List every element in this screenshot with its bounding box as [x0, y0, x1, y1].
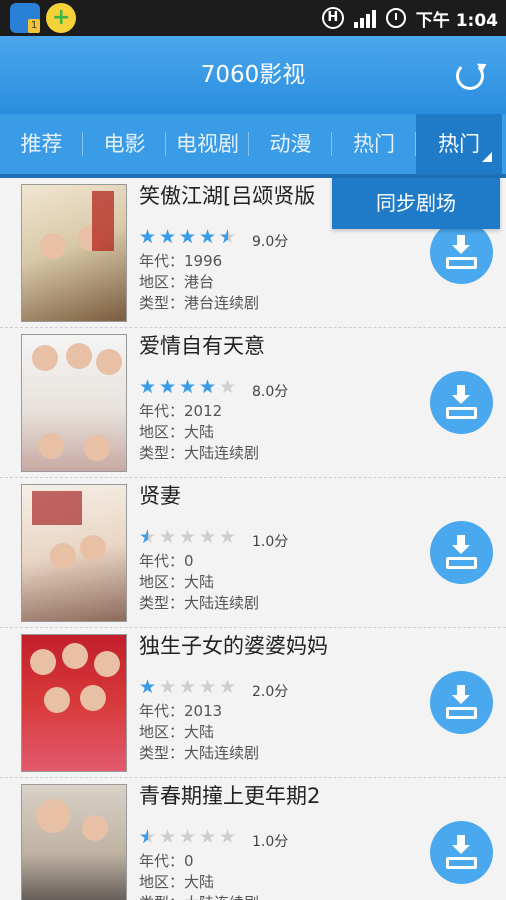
- rating-stars: ★ ★ ★ ★ ★ ★: [139, 676, 237, 698]
- rating-stars: ★ ★ ★ ★ ★ ★: [139, 526, 237, 548]
- type-label: 类型：大陆连续剧: [139, 444, 260, 462]
- download-icon: [446, 257, 477, 269]
- list-item[interactable]: 爱情自有天意 ★ ★ ★ ★ ★ ★ ★ ★ ★ 8.0分 年代：2012 地区：大陆 类型：大…: [0, 328, 506, 478]
- rating-stars: ★ ★ ★ ★ ★ ★: [139, 826, 237, 848]
- star-icon: ★ ★: [199, 226, 217, 248]
- year-label: 年代：2013: [139, 702, 223, 720]
- app-title: 7060影视: [200, 62, 306, 88]
- download-icon: [446, 707, 477, 719]
- signal-icon: [353, 8, 376, 28]
- star-icon: ★ ★: [139, 376, 157, 398]
- star-icon: ★ ★: [139, 676, 157, 698]
- star-icon: ★: [219, 526, 237, 548]
- notification-badge: 1: [28, 19, 40, 33]
- download-button[interactable]: [430, 671, 493, 734]
- region-label: 地区：港台: [139, 273, 215, 291]
- dropdown-item-sync-theater[interactable]: 同步剧场: [332, 178, 500, 229]
- rating-stars: ★ ★ ★ ★ ★ ★ ★ ★ ★: [139, 376, 237, 398]
- dropdown-indicator-icon: [482, 152, 492, 162]
- tab-hot[interactable]: 热门: [332, 114, 416, 174]
- tab-tv[interactable]: 电视剧: [166, 114, 249, 174]
- star-icon: ★: [179, 676, 197, 698]
- poster-image: [21, 634, 127, 772]
- star-icon: ★ ★: [199, 376, 217, 398]
- download-button[interactable]: [430, 521, 493, 584]
- notification-app-icon: 1: [10, 3, 40, 33]
- region-label: 地区：大陆: [139, 873, 215, 891]
- star-icon: ★ ★: [159, 376, 177, 398]
- download-button[interactable]: [430, 221, 493, 284]
- status-bar: 1 + H 下午 1:04: [0, 0, 506, 36]
- star-icon: ★ ★: [179, 376, 197, 398]
- star-icon: ★: [159, 826, 177, 848]
- type-label: 类型：大陆连续剧: [139, 892, 259, 900]
- video-title: 青春期撞上更年期2: [139, 784, 321, 808]
- rating-stars: ★ ★ ★ ★ ★ ★ ★ ★ ★ ★: [139, 226, 237, 248]
- download-icon: [446, 557, 477, 569]
- poster-image: [21, 484, 127, 622]
- refresh-icon[interactable]: [456, 62, 484, 90]
- star-icon: ★ ★: [219, 226, 237, 248]
- star-icon: ★ ★: [139, 526, 157, 548]
- alarm-icon: [385, 8, 406, 28]
- score-label: 1.0分: [252, 534, 289, 550]
- star-icon: ★: [219, 826, 237, 848]
- tab-recommend[interactable]: 推荐: [0, 114, 83, 174]
- download-icon: [446, 407, 477, 419]
- year-label: 年代：0: [139, 852, 194, 870]
- star-icon: ★: [199, 676, 217, 698]
- download-icon: [446, 857, 477, 869]
- star-icon: ★ ★: [139, 226, 157, 248]
- type-label: 类型：大陆连续剧: [139, 744, 260, 762]
- video-title: 笑傲江湖[吕颂贤版: [139, 184, 316, 208]
- tab-anime[interactable]: 动漫: [249, 114, 332, 174]
- download-button[interactable]: [430, 821, 493, 884]
- star-icon: ★ ★: [159, 226, 177, 248]
- star-icon: ★: [199, 526, 217, 548]
- star-icon: ★: [179, 826, 197, 848]
- score-label: 1.0分: [252, 834, 289, 850]
- star-icon: ★: [159, 676, 177, 698]
- title-bar: 7060影视: [0, 36, 506, 114]
- poster-image: [21, 184, 127, 322]
- region-label: 地区：大陆: [139, 423, 215, 441]
- video-list: 笑傲江湖[吕颂贤版 ★ ★ ★ ★ ★ ★ ★ ★ ★ ★ 9.0分 年代：1996 地区：港台 …: [0, 178, 506, 900]
- score-label: 2.0分: [252, 684, 289, 700]
- star-icon: ★ ★: [139, 826, 157, 848]
- star-icon: ★: [159, 526, 177, 548]
- tab-hot-more[interactable]: 热门: [416, 114, 502, 174]
- type-label: 类型：港台连续剧: [139, 294, 260, 312]
- list-item[interactable]: 贤妻 ★ ★ ★ ★ ★ ★ 1.0分 年代：0 地区：大陆 类型：大陆连续剧: [0, 478, 506, 628]
- star-icon: ★: [199, 826, 217, 848]
- video-title: 爱情自有天意: [139, 334, 265, 358]
- list-item[interactable]: 独生子女的婆婆妈妈 ★ ★ ★ ★ ★ ★ 2.0分 年代：2013 地区：大陆 类型：大…: [0, 628, 506, 778]
- year-label: 年代：1996: [139, 252, 223, 270]
- status-time: 下午 1:04: [415, 10, 498, 31]
- poster-image: [21, 784, 127, 900]
- star-icon: ★: [219, 376, 237, 398]
- tab-movie[interactable]: 电影: [83, 114, 166, 174]
- star-icon: ★: [179, 526, 197, 548]
- poster-image: [21, 334, 127, 472]
- score-label: 8.0分: [252, 384, 289, 400]
- region-label: 地区：大陆: [139, 573, 215, 591]
- region-label: 地区：大陆: [139, 723, 215, 741]
- download-button[interactable]: [430, 371, 493, 434]
- year-label: 年代：0: [139, 552, 194, 570]
- list-item[interactable]: 青春期撞上更年期2 ★★★★★★ 1.0分 年代：0 地区：大陆 类型：大陆连续…: [0, 778, 506, 900]
- hspa-icon: H: [321, 7, 344, 29]
- security-app-icon: +: [46, 3, 76, 33]
- category-tabs: 推荐 电影 电视剧 动漫 热门 热门: [0, 114, 506, 178]
- year-label: 年代：2012: [139, 402, 223, 420]
- type-label: 类型：大陆连续剧: [139, 594, 260, 612]
- video-title: 独生子女的婆婆妈妈: [139, 634, 328, 658]
- star-icon: ★: [219, 676, 237, 698]
- score-label: 9.0分: [252, 234, 289, 250]
- star-icon: ★ ★: [179, 226, 197, 248]
- video-title: 贤妻: [139, 484, 181, 508]
